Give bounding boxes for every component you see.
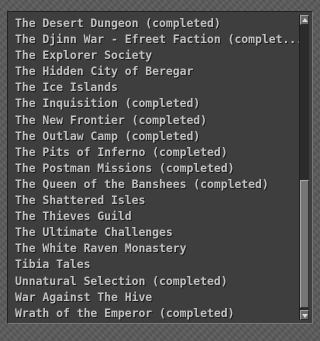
quest-list-item[interactable]: The Inquisition (completed) (15, 95, 299, 111)
quest-list-item[interactable]: War Against The Hive (15, 289, 299, 305)
arrow-up-icon (302, 18, 308, 22)
quest-list-item[interactable]: The Postman Missions (completed) (15, 160, 299, 176)
quest-list-item[interactable]: The Desert Dungeon (completed) (15, 15, 299, 31)
quest-list-item[interactable]: The New Frontier (completed) (15, 112, 299, 128)
quest-list-item[interactable]: The Hidden City of Beregar (15, 63, 299, 79)
quest-list-item[interactable]: The Pits of Inferno (completed) (15, 144, 299, 160)
quest-list-item[interactable]: The Shattered Isles (15, 192, 299, 208)
quest-log-window: The Desert Dungeon (completed) The Djinn … (0, 0, 320, 341)
quest-list-item[interactable]: The Ice Islands (15, 79, 299, 95)
quest-list-item[interactable]: Tibia Tales (15, 256, 299, 272)
scrollbar-thumb[interactable] (300, 180, 309, 308)
quest-list-item[interactable]: The Djinn War - Efreet Faction (complet.… (15, 31, 299, 47)
quest-list-item[interactable]: The Explorer Society (15, 47, 299, 63)
quest-list-item[interactable]: The White Raven Monastery (15, 240, 299, 256)
arrow-down-icon (302, 314, 308, 318)
quest-list-item[interactable]: The Thieves Guild (15, 208, 299, 224)
quest-list: The Desert Dungeon (completed) The Djinn … (15, 15, 299, 321)
quest-list-item[interactable]: The Outlaw Camp (completed) (15, 128, 299, 144)
vertical-scrollbar[interactable] (299, 15, 309, 320)
quest-list-item[interactable]: Wrath of the Emperor (completed) (15, 305, 299, 321)
scroll-down-button[interactable] (300, 310, 309, 320)
scroll-up-button[interactable] (300, 15, 309, 25)
quest-list-panel: The Desert Dungeon (completed) The Djinn … (7, 11, 313, 324)
quest-list-item[interactable]: The Queen of the Banshees (completed) (15, 176, 299, 192)
quest-list-item[interactable]: The Ultimate Challenges (15, 224, 299, 240)
quest-list-item[interactable]: Unnatural Selection (completed) (15, 273, 299, 289)
